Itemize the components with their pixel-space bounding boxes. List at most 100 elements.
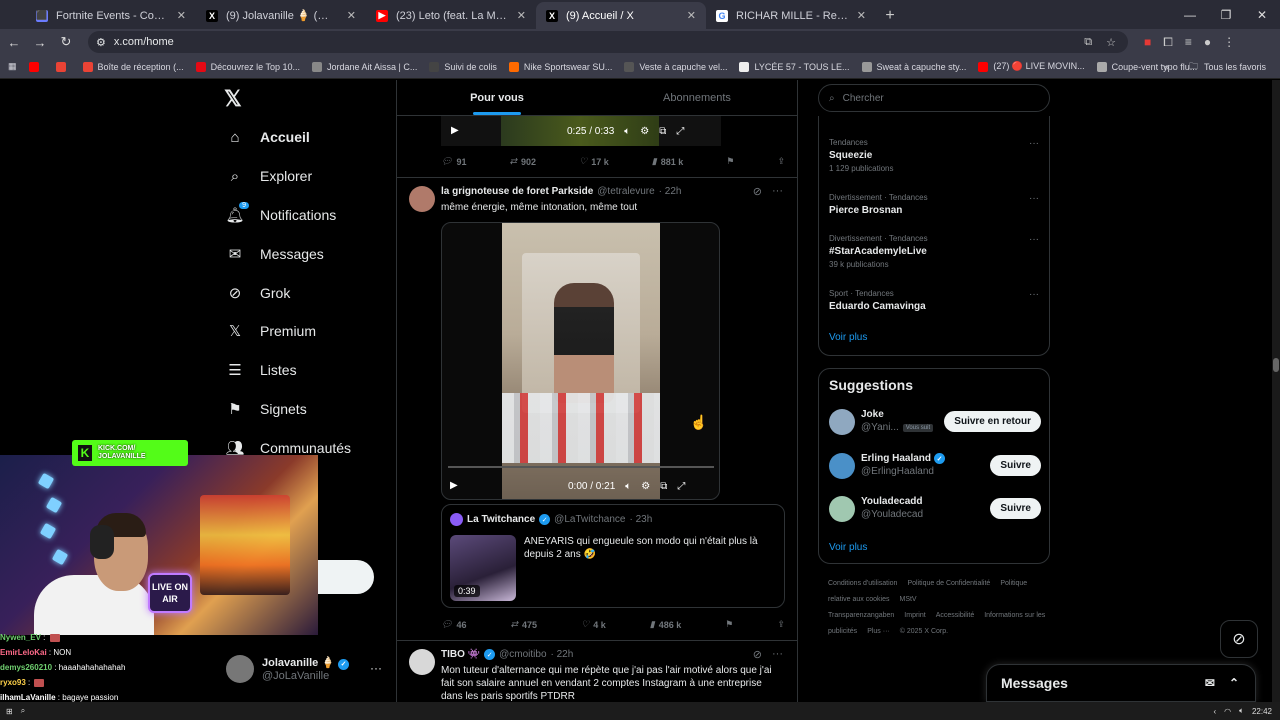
like-button[interactable]: ♡ 4 k: [581, 619, 606, 630]
account-switcher[interactable]: Jolavanille 🍦 ✓ @JoLaVanille ···: [226, 655, 382, 683]
tab-close-icon[interactable]: ✕: [177, 9, 186, 22]
tweet-more-icon[interactable]: ···: [772, 648, 783, 661]
x-logo-icon[interactable]: 𝕏: [224, 86, 242, 112]
browser-tab[interactable]: ⬛ Fortnite Events - Competitive To ✕: [26, 2, 196, 29]
bookmark-item[interactable]: Suivi de colis: [429, 61, 497, 72]
trends-voir-plus-link[interactable]: Voir plus: [829, 332, 867, 343]
tray-chevron-icon[interactable]: ‹: [1214, 707, 1217, 716]
reply-button[interactable]: 💬︎ 46: [441, 619, 466, 630]
back-icon[interactable]: ←: [2, 30, 26, 54]
follow-button[interactable]: Suivre: [990, 455, 1041, 476]
extensions-puzzle-icon[interactable]: ⧠: [1163, 35, 1173, 50]
share-icon[interactable]: ⇪: [777, 156, 785, 167]
bookmark-item[interactable]: (27) 🔴 LIVE MOVIN...: [978, 61, 1085, 72]
url-input[interactable]: ⚙ x.com/home ⧉ ☆: [88, 31, 1128, 53]
author-handle[interactable]: @cmoitibo: [499, 649, 546, 660]
footer-link[interactable]: Accessibilité: [936, 612, 975, 619]
grok-icon[interactable]: ⊘: [753, 185, 762, 198]
expand-icon[interactable]: ⌃: [1229, 676, 1239, 690]
tab-close-icon[interactable]: ✕: [857, 9, 866, 22]
fullscreen-icon[interactable]: ⤢: [677, 481, 685, 492]
bookmark-item[interactable]: Jordane Ait Aissa | C...: [311, 61, 417, 72]
suggestion-item[interactable]: Erling Haaland ✓ @ErlingHaaland Suivre: [829, 451, 1041, 481]
search-input[interactable]: ⌕ Chercher: [818, 84, 1050, 112]
follow-button[interactable]: Suivre en retour: [944, 411, 1041, 432]
trend-more-icon[interactable]: ···: [1029, 193, 1039, 204]
reply-button[interactable]: 💬︎ 91: [441, 156, 466, 167]
minimize-icon[interactable]: —: [1172, 0, 1208, 29]
trend-item[interactable]: Tendances Squeezie 1 129 publications ···: [829, 138, 1039, 173]
tab-abonnements[interactable]: Abonnements: [597, 80, 797, 115]
nav-item-premium[interactable]: 𝕏 Premium: [226, 322, 316, 340]
nav-item-explore[interactable]: ⌕ Explorer: [226, 167, 312, 185]
site-info-icon[interactable]: ⚙: [96, 36, 106, 49]
account-more-icon[interactable]: ···: [370, 661, 382, 675]
like-button[interactable]: ♡ 17 k: [579, 156, 609, 167]
tab-close-icon[interactable]: ✕: [517, 9, 526, 22]
bookmark-item[interactable]: Nike Sportswear SU...: [508, 61, 612, 72]
repost-button[interactable]: ⇄ 902: [510, 156, 537, 167]
settings-icon[interactable]: ⚙: [641, 481, 650, 492]
share-icon[interactable]: ⇪: [777, 619, 785, 630]
follow-button[interactable]: Suivre: [990, 498, 1041, 519]
nav-item-bookmarks[interactable]: ⚑ Signets: [226, 400, 306, 418]
volume-icon[interactable]: 🔈︎: [1239, 706, 1244, 716]
footer-link[interactable]: Conditions d'utilisation: [828, 580, 897, 587]
nav-item-notifications[interactable]: 🔔︎ 9 Notifications: [225, 202, 336, 224]
restore-icon[interactable]: ❐: [1208, 0, 1244, 29]
repost-button[interactable]: ⇄ 475: [511, 619, 538, 630]
suggestion-item[interactable]: Youladecadd @Youladecad Suivre: [829, 494, 1041, 524]
tweet-more-icon[interactable]: ···: [772, 185, 783, 198]
tab-close-icon[interactable]: ✕: [687, 9, 696, 22]
footer-link[interactable]: Imprint: [904, 612, 925, 619]
bookmark-item[interactable]: [28, 61, 44, 72]
messages-drawer[interactable]: Messages ✉ ⌃: [986, 664, 1256, 702]
bookmark-star-icon[interactable]: ☆: [1106, 36, 1116, 49]
bookmark-item[interactable]: [55, 61, 71, 72]
nav-item-messages[interactable]: ✉ Messages: [226, 245, 324, 263]
profile-avatar[interactable]: ●: [1204, 35, 1211, 49]
search-icon[interactable]: ⌕: [21, 706, 25, 716]
scrollbar-thumb[interactable]: [1273, 358, 1279, 372]
extension-icon[interactable]: ■: [1144, 35, 1151, 49]
suggestions-voir-plus-link[interactable]: Voir plus: [829, 542, 867, 553]
browser-tab[interactable]: G RICHAR MILLE - Recherche Goo ✕: [706, 2, 876, 29]
browser-menu-icon[interactable]: ⋮: [1223, 35, 1235, 49]
media-control-icon[interactable]: ≡: [1185, 35, 1192, 49]
forward-icon[interactable]: →: [28, 30, 52, 54]
browser-tab[interactable]: X (9) Accueil / X ✕: [536, 2, 706, 29]
close-window-icon[interactable]: ✕: [1244, 0, 1280, 29]
tweet-time[interactable]: · 22h: [659, 186, 682, 197]
footer-link[interactable]: © 2025 X Corp.: [900, 628, 948, 635]
views-button[interactable]: ▮ 881 k: [652, 156, 683, 167]
bookmark-icon[interactable]: ⚑: [726, 156, 734, 167]
views-button[interactable]: ▮ 486 k: [650, 619, 681, 630]
start-icon[interactable]: ⊞: [6, 707, 13, 716]
trend-more-icon[interactable]: ···: [1029, 138, 1039, 149]
play-icon[interactable]: ▶: [450, 480, 458, 491]
suggestion-item[interactable]: Joke @Yani... Vous suit Suivre en retour: [829, 407, 1041, 437]
trend-item[interactable]: Divertissement · Tendances #StarAcademyle…: [829, 234, 1039, 269]
bookmark-icon[interactable]: ⚑: [725, 619, 733, 630]
bookmark-item[interactable]: Veste à capuche vel...: [624, 61, 727, 72]
tab-close-icon[interactable]: ✕: [347, 9, 356, 22]
clock[interactable]: 22:42: [1252, 707, 1272, 716]
author-name[interactable]: TIBO 👾: [441, 649, 480, 660]
apps-grid-icon[interactable]: ▦: [8, 61, 17, 72]
quoted-tweet[interactable]: La Twitchance ✓ @LaTwitchance · 23h 0:39…: [441, 504, 785, 608]
tab-pour-vous[interactable]: Pour vous: [397, 80, 597, 115]
nav-item-grok[interactable]: ⊘ Grok: [226, 284, 291, 302]
volume-icon[interactable]: 🔈︎: [624, 126, 630, 137]
footer-link[interactable]: Plus ···: [867, 628, 890, 635]
previous-tweet-video[interactable]: ▶ 0:25 / 0:33 🔈︎ ⚙ ⧉ ⤢: [441, 116, 721, 146]
trend-item[interactable]: Sport · Tendances Eduardo Camavinga ···: [829, 289, 1039, 312]
volume-icon[interactable]: 🔈︎: [625, 481, 631, 492]
nav-item-home[interactable]: ⌂ Accueil: [226, 128, 309, 146]
install-app-icon[interactable]: ⧉: [1084, 36, 1092, 49]
reload-icon[interactable]: ↻: [54, 30, 78, 54]
fullscreen-icon[interactable]: ⤢: [676, 126, 684, 137]
trend-item[interactable]: Divertissement · Tendances Pierce Brosnan…: [829, 193, 1039, 216]
avatar[interactable]: [409, 186, 435, 212]
page-scrollbar[interactable]: [1272, 80, 1280, 708]
all-bookmarks[interactable]: » 🗀︎ Tous les favoris: [1164, 55, 1266, 78]
